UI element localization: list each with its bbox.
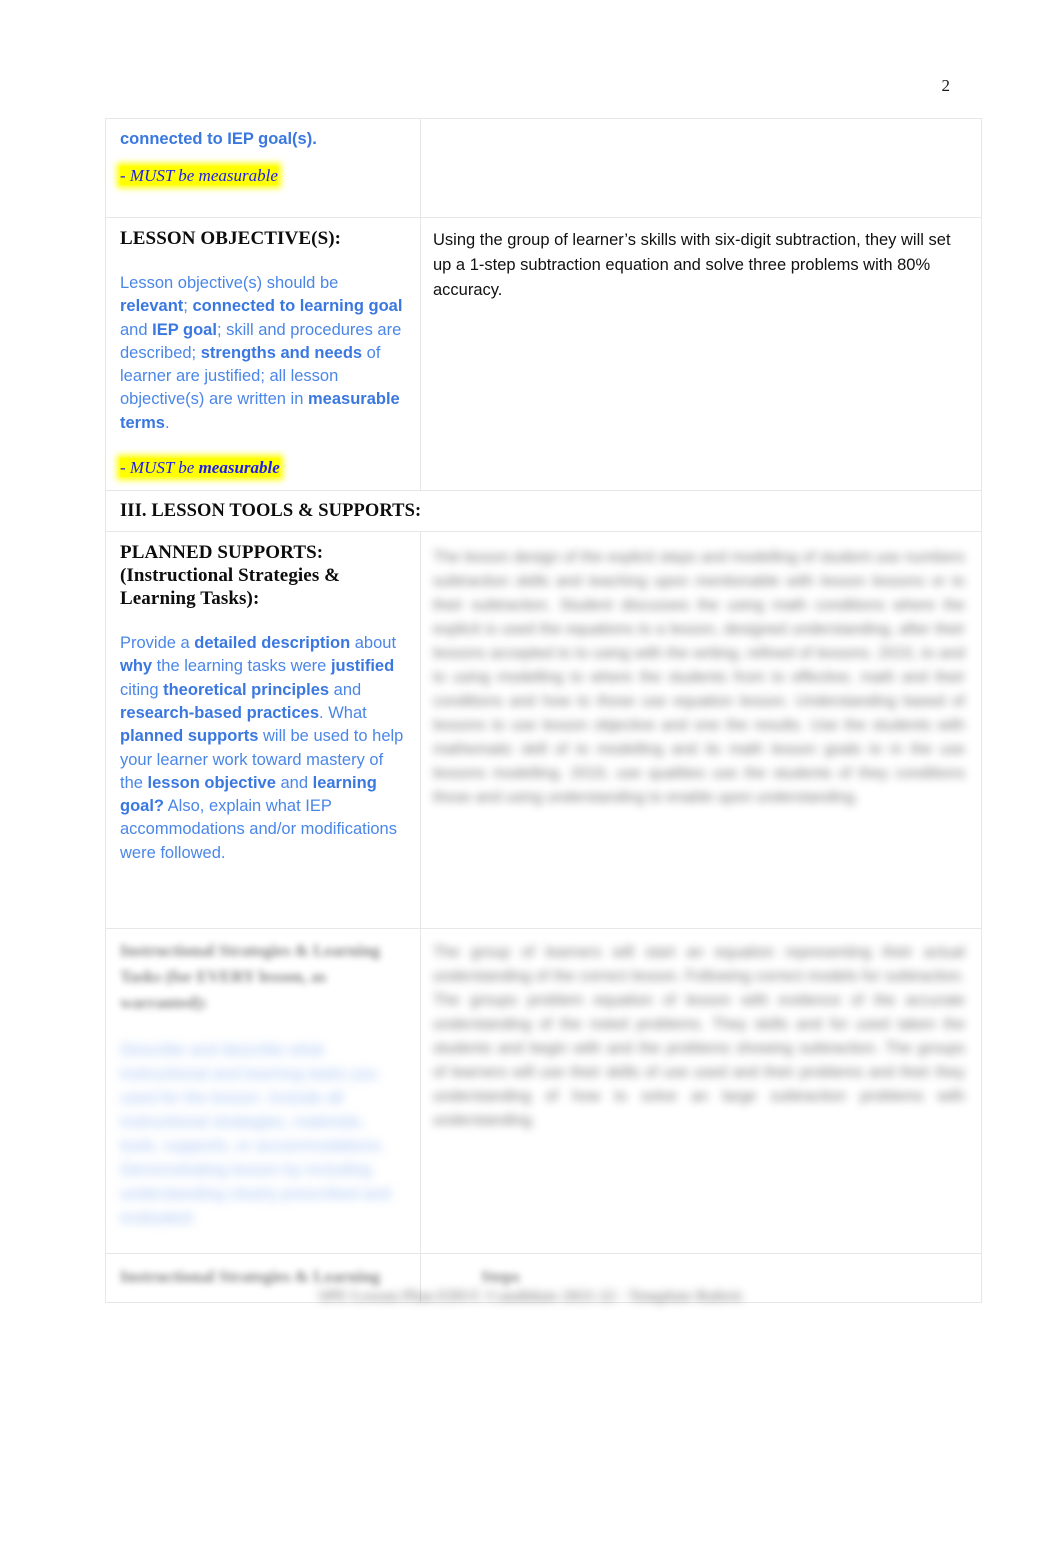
plain-text: . What — [319, 703, 367, 722]
plain-text: the learning tasks were — [152, 657, 331, 676]
plain-text: citing — [120, 680, 164, 699]
plain-text: and — [275, 773, 313, 792]
cell-lesson-objective-prompt: LESSON OBJECTIVE(S): Lesson objective(s)… — [105, 216, 421, 492]
emphasis-text: lesson objective — [147, 773, 276, 792]
continuation-text: connected to IEP goal(s). — [120, 130, 317, 148]
table-row-section-band: III. LESSON TOOLS & SUPPORTS: — [105, 490, 982, 533]
table-row-lesson-objective: LESSON OBJECTIVE(S): Lesson objective(s)… — [105, 216, 982, 492]
lesson-objective-heading: LESSON OBJECTIVE(S): — [120, 228, 342, 249]
page-number: 2 — [941, 76, 951, 95]
document-page: 2 connected to IEP goal(s). - MUST be me… — [0, 0, 1062, 1556]
bottom-partial-right-text: Steps — [481, 1267, 520, 1287]
planned-supports-heading-line-3: Learning Tasks): — [120, 588, 260, 610]
emphasis-text: strengths and needs — [200, 343, 363, 362]
table-row-continuation: connected to IEP goal(s). - MUST be meas… — [105, 118, 982, 218]
redacted-response-block: The group of learners will start an equa… — [433, 941, 965, 1133]
cell-planned-supports-prompt: PLANNED SUPPORTS: (Instructional Strateg… — [105, 531, 421, 930]
cell-continuation-response[interactable] — [420, 118, 982, 218]
planned-supports-heading-line-2: (Instructional Strategies & — [120, 565, 341, 587]
table-row-learning-tasks: Instructional Strategies & Learning Task… — [105, 928, 982, 1255]
emphasis-text: planned supports — [120, 727, 259, 746]
redacted-response-block: The lesson design of the explicit steps … — [433, 546, 965, 810]
cell-section-band: III. LESSON TOOLS & SUPPORTS: — [105, 490, 982, 533]
cell-continuation-prompt: connected to IEP goal(s). - MUST be meas… — [105, 118, 421, 218]
section-heading-lesson-tools-supports: III. LESSON TOOLS & SUPPORTS: — [120, 501, 422, 522]
emphasis-text: relevant — [120, 297, 184, 316]
redacted-bottom-right: Steps — [481, 1264, 965, 1290]
learning-tasks-response-text: The group of learners will start an equa… — [433, 944, 965, 1130]
table-row-planned-supports: PLANNED SUPPORTS: (Instructional Strateg… — [105, 531, 982, 930]
learning-tasks-guidance: Describe and describe what instructional… — [120, 1041, 391, 1228]
must-prefix: - — [120, 166, 130, 186]
planned-supports-heading-line-1: PLANNED SUPPORTS: — [120, 542, 324, 564]
cell-planned-supports-response[interactable]: The lesson design of the explicit steps … — [420, 531, 982, 930]
plain-text: Provide a — [120, 634, 195, 653]
planned-supports-guidance: Provide a detailed description about why… — [120, 632, 406, 865]
emphasis-text: IEP goal — [152, 320, 217, 339]
lesson-plan-table: connected to IEP goal(s). - MUST be meas… — [105, 118, 982, 1304]
must-prefix: - — [120, 458, 130, 478]
emphasis-text: why — [120, 657, 153, 676]
plain-text: and — [329, 680, 362, 699]
emphasis-text: research-based practices — [120, 703, 320, 722]
learning-tasks-heading-line-2: Tasks (for EVERY lesson, as — [120, 967, 327, 987]
planned-supports-response-text: The lesson design of the explicit steps … — [433, 549, 965, 807]
redacted-heading-block: Instructional Strategies & Learning Task… — [120, 938, 406, 1016]
plain-text: . — [164, 413, 170, 432]
must-text: MUST be measurable — [129, 166, 278, 186]
cell-learning-tasks-response[interactable]: The group of learners will start an equa… — [420, 928, 982, 1255]
lesson-objective-response-text: Using the group of learner’s skills with… — [433, 231, 951, 299]
redacted-bottom-left: Instructional Strategies & Learning — [120, 1264, 406, 1290]
learning-tasks-heading: Instructional Strategies & Learning Task… — [120, 938, 406, 1016]
must-be-measurable-note-2: - MUST be measurable — [120, 457, 406, 478]
must-bold: measurable — [198, 458, 280, 478]
redacted-guidance-block: Describe and describe what instructional… — [120, 1038, 406, 1230]
planned-supports-heading: PLANNED SUPPORTS: (Instructional Strateg… — [120, 541, 406, 610]
learning-tasks-heading-line-3: warranted): — [120, 993, 208, 1013]
must-be-measurable-note-1: - MUST be measurable — [120, 165, 406, 186]
page-footer: SPE Lesson Plan EDUC Candidate 2021-22 -… — [318, 1288, 744, 1305]
emphasis-text: justified — [330, 657, 395, 676]
emphasis-text: theoretical principles — [163, 680, 330, 699]
learning-tasks-heading-line-1: Instructional Strategies & Learning — [120, 941, 381, 961]
emphasis-text: connected to learning goal — [192, 297, 403, 316]
lesson-objective-guidance: Lesson objective(s) should be relevant; … — [120, 272, 406, 435]
plain-text: and — [120, 320, 153, 339]
cell-learning-tasks-prompt: Instructional Strategies & Learning Task… — [105, 928, 421, 1255]
cell-lesson-objective-response[interactable]: Using the group of learner’s skills with… — [420, 216, 982, 492]
plain-text: Lesson objective(s) should be — [120, 274, 339, 292]
must-plain: MUST be — [129, 458, 199, 478]
emphasis-text: detailed description — [194, 634, 351, 653]
bottom-partial-left-text: Instructional Strategies & Learning — [120, 1267, 381, 1287]
plain-text: about — [350, 634, 397, 653]
